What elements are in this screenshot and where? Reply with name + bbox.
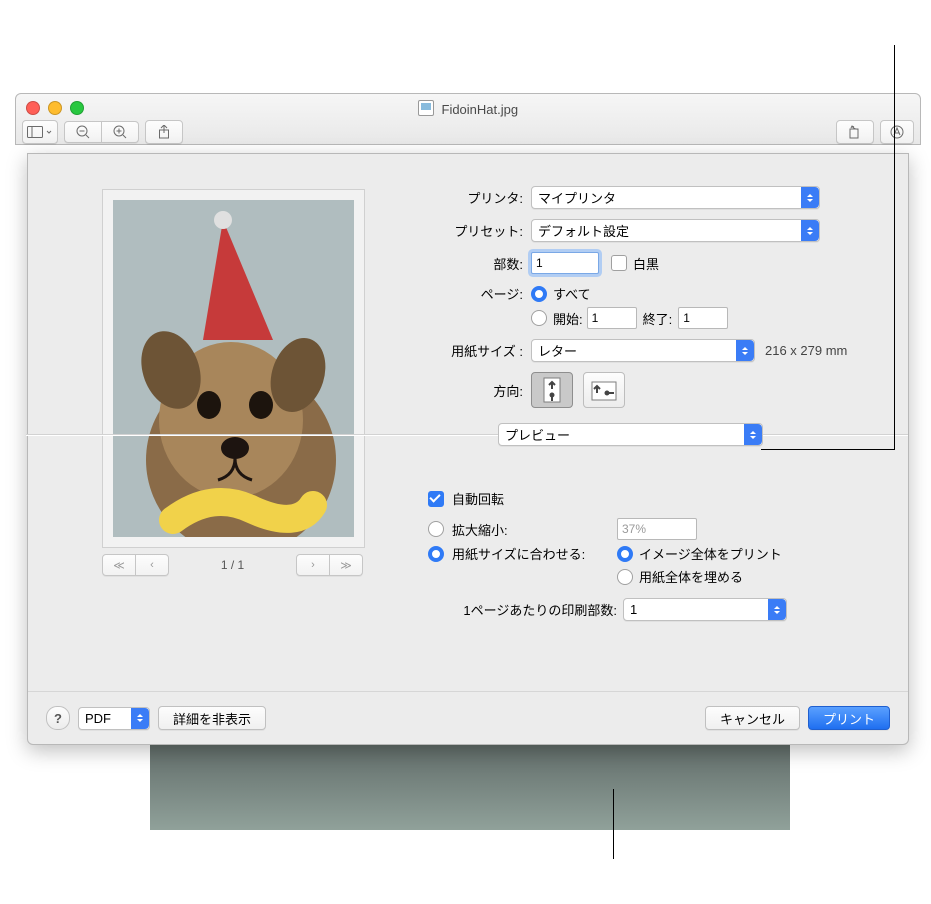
next-page-button[interactable]: › [296, 554, 330, 576]
markup-button[interactable] [880, 120, 914, 144]
callout-line [894, 45, 895, 450]
pdf-popup[interactable]: PDF [78, 707, 150, 730]
rotate-button[interactable] [836, 120, 874, 144]
print-preview [102, 189, 365, 548]
preset-label: プリセット: [403, 221, 531, 240]
preset-value: デフォルト設定 [538, 221, 629, 240]
fit-whole-label: イメージ全体をプリント [639, 544, 782, 563]
last-page-button[interactable]: ≫ [330, 554, 363, 576]
cancel-button[interactable]: キャンセル [705, 706, 800, 730]
fit-fill-label: 用紙全体を埋める [639, 567, 743, 586]
fit-fill-radio[interactable] [617, 569, 633, 585]
copies-per-page-label: 1ページあたりの印刷部数: [428, 600, 617, 619]
hide-details-label: 詳細を非表示 [173, 709, 251, 728]
chevron-updown-icon [131, 708, 149, 729]
orientation-landscape-button[interactable] [583, 372, 625, 408]
print-button[interactable]: プリント [808, 706, 890, 730]
background-image [150, 740, 790, 830]
copies-field[interactable] [531, 252, 599, 274]
paper-size-value: レター [538, 341, 577, 360]
fit-radio[interactable] [428, 546, 444, 562]
printer-popup[interactable]: マイプリンタ [531, 186, 820, 209]
share-button[interactable] [145, 120, 183, 144]
copies-per-page-value: 1 [630, 602, 637, 617]
copies-label: 部数: [403, 254, 531, 273]
pages-label: ページ: [403, 284, 531, 303]
print-label: プリント [823, 709, 875, 728]
fit-whole-radio[interactable] [617, 546, 633, 562]
print-panel-value: プレビュー [505, 425, 570, 444]
pages-to-field[interactable] [678, 307, 728, 329]
bw-label: 白黒 [633, 254, 659, 273]
bw-checkbox[interactable] [611, 255, 627, 271]
paper-size-label: 用紙サイズ : [403, 341, 531, 360]
window-title: FidoinHat.jpg [16, 100, 920, 117]
pages-all-label: すべて [553, 284, 591, 303]
chevron-updown-icon [744, 424, 762, 445]
pages-range-radio[interactable] [531, 310, 547, 326]
sidebar-toggle-button[interactable] [22, 120, 58, 144]
chevron-updown-icon [736, 340, 754, 361]
document-icon [418, 100, 434, 116]
orientation-label: 方向: [403, 381, 531, 400]
hide-details-button[interactable]: 詳細を非表示 [158, 706, 266, 730]
printer-label: プリンタ: [403, 188, 531, 207]
auto-rotate-checkbox[interactable] [428, 491, 444, 507]
zoom-in-button[interactable] [102, 121, 139, 143]
scale-label: 拡大縮小: [452, 520, 617, 539]
fit-label: 用紙サイズに合わせる: [452, 544, 617, 563]
callout-line [613, 789, 614, 859]
chevron-updown-icon [768, 599, 786, 620]
first-page-button[interactable]: ≪ [102, 554, 136, 576]
paper-size-popup[interactable]: レター [531, 339, 755, 362]
chevron-updown-icon [801, 220, 819, 241]
pages-all-radio[interactable] [531, 286, 547, 302]
document-name: FidoinHat.jpg [442, 102, 519, 117]
scale-radio[interactable] [428, 521, 444, 537]
printer-value: マイプリンタ [538, 188, 616, 207]
scale-field[interactable] [617, 518, 697, 540]
pages-from-field[interactable] [587, 307, 637, 329]
prev-page-button[interactable]: ‹ [136, 554, 169, 576]
auto-rotate-label: 自動回転 [452, 489, 504, 508]
preset-popup[interactable]: デフォルト設定 [531, 219, 820, 242]
zoom-out-button[interactable] [64, 121, 102, 143]
pages-to-label: 終了: [643, 309, 673, 328]
orientation-portrait-button[interactable] [531, 372, 573, 408]
cancel-label: キャンセル [720, 709, 785, 728]
callout-line [761, 449, 895, 450]
pdf-label: PDF [85, 711, 111, 726]
chevron-updown-icon [801, 187, 819, 208]
page-indicator: 1 / 1 [221, 558, 244, 572]
pages-from-label: 開始: [553, 309, 583, 328]
window-chrome: FidoinHat.jpg [15, 93, 921, 145]
paper-dim: 216 x 279 mm [765, 343, 847, 358]
print-panel-popup[interactable]: プレビュー [498, 423, 763, 446]
help-button[interactable]: ? [46, 706, 70, 730]
copies-per-page-popup[interactable]: 1 [623, 598, 787, 621]
